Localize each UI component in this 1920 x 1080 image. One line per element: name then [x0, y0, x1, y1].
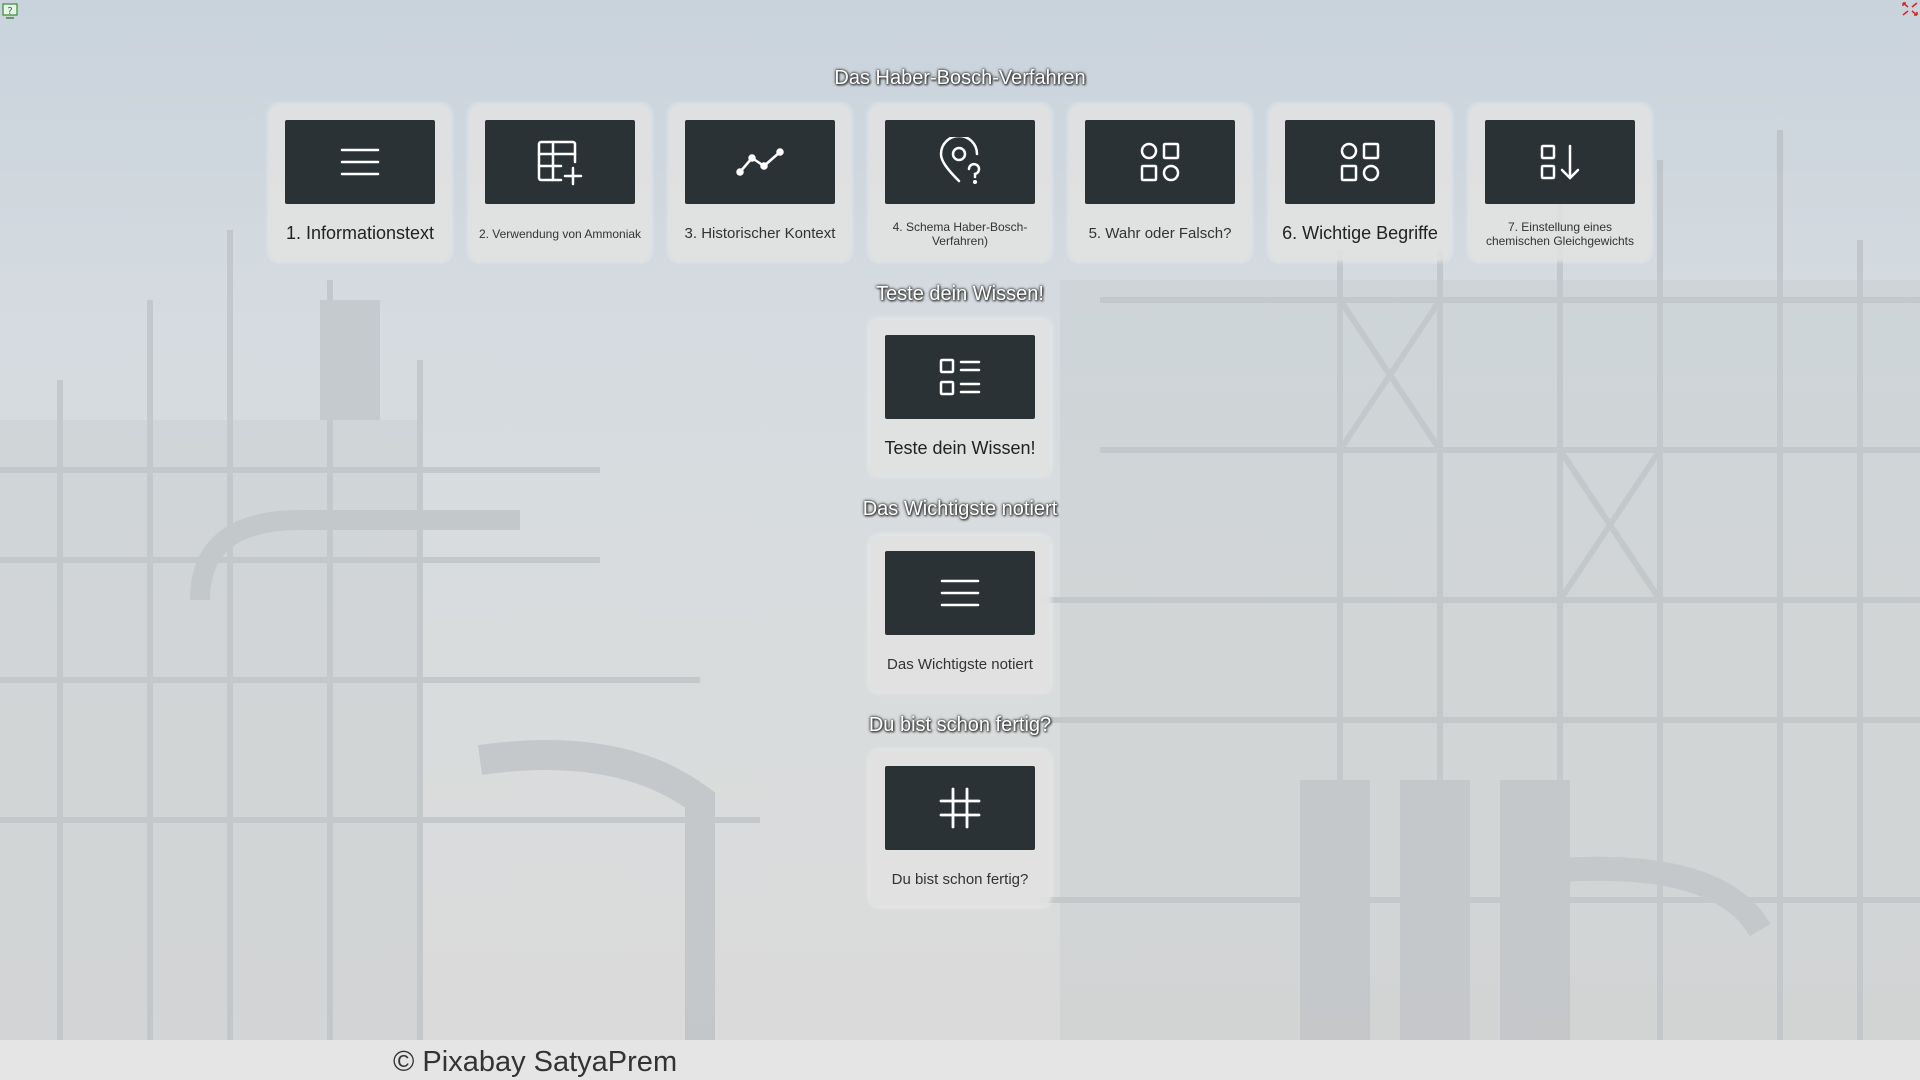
- text-lines-icon: [340, 148, 380, 176]
- module-label: 6. Wichtige Begriffe: [1282, 223, 1438, 244]
- icon-box: [685, 120, 835, 204]
- module-tile-historischer-kontext[interactable]: 3. Historischer Kontext: [670, 105, 850, 260]
- icon-box: [885, 335, 1035, 419]
- icon-box: [885, 120, 1035, 204]
- module-label: 4. Schema Haber-Bosch-Verfahren): [892, 219, 1028, 248]
- module-label: 3. Historischer Kontext: [684, 225, 836, 242]
- module-label: 5. Wahr oder Falsch?: [1088, 225, 1232, 242]
- section-title-finished: Du bist schon fertig?: [868, 714, 1052, 736]
- icon-box: [1485, 120, 1635, 204]
- map-pin-question-icon: [939, 137, 981, 185]
- icon-box: [285, 120, 435, 204]
- module-tile-schema[interactable]: 4. Schema Haber-Bosch-Verfahren): [870, 105, 1050, 260]
- section-title-summary: Das Wichtigste notiert: [862, 498, 1058, 520]
- module-tile-informationstext[interactable]: 1. Informationstext: [270, 105, 450, 260]
- module-label: 1. Informationstext: [285, 223, 435, 244]
- fullscreen-icon[interactable]: [1902, 2, 1918, 16]
- quiz-row: Teste dein Wissen!: [0, 320, 1920, 475]
- icon-box: [885, 766, 1035, 850]
- module-row: 1. Informationstext 2. Verwendung von Am…: [0, 105, 1920, 260]
- icon-box: [1085, 120, 1235, 204]
- table-add-icon: [537, 140, 583, 186]
- quiz-tile-label: Teste dein Wissen!: [884, 438, 1036, 459]
- module-tile-verwendung-ammoniak[interactable]: 2. Verwendung von Ammoniak: [470, 105, 650, 260]
- grid-shapes-icon: [1140, 142, 1180, 182]
- section-title-quiz: Teste dein Wissen!: [876, 283, 1044, 305]
- module-tile-gleichgewicht[interactable]: 7. Einstellung eines chemischen Gleichge…: [1470, 105, 1650, 260]
- svg-text:?: ?: [7, 6, 12, 17]
- module-tile-wahr-oder-falsch[interactable]: 5. Wahr oder Falsch?: [1070, 105, 1250, 260]
- image-credit: © Pixabay SatyaPrem: [393, 1046, 678, 1078]
- page: ? Das Haber-Bosch-Verfahren 1. Informati…: [0, 0, 1920, 1080]
- icon-box: [485, 120, 635, 204]
- summary-row: Das Wichtigste notiert: [0, 536, 1920, 691]
- finished-tile-label: Du bist schon fertig?: [891, 871, 1029, 888]
- finished-tile[interactable]: Du bist schon fertig?: [870, 751, 1050, 906]
- icon-box: [1285, 120, 1435, 204]
- sort-down-icon: [1540, 144, 1580, 180]
- help-icon[interactable]: ?: [2, 2, 20, 20]
- checklist-icon: [939, 358, 981, 396]
- footer: © Pixabay SatyaPrem: [0, 1040, 1920, 1080]
- icon-box: [885, 551, 1035, 635]
- module-label: 2. Verwendung von Ammoniak: [478, 226, 642, 241]
- text-lines-icon: [940, 579, 980, 607]
- section-title-haber-bosch: Das Haber-Bosch-Verfahren: [834, 67, 1086, 89]
- grid-shapes-icon: [1340, 142, 1380, 182]
- quiz-tile[interactable]: Teste dein Wissen!: [870, 320, 1050, 475]
- timeline-icon: [736, 148, 784, 176]
- module-label: 7. Einstellung eines chemischen Gleichge…: [1485, 219, 1635, 248]
- hashtag-icon: [939, 787, 981, 829]
- finished-row: Du bist schon fertig?: [0, 751, 1920, 906]
- module-tile-wichtige-begriffe[interactable]: 6. Wichtige Begriffe: [1270, 105, 1450, 260]
- summary-tile-label: Das Wichtigste notiert: [887, 656, 1033, 673]
- summary-tile[interactable]: Das Wichtigste notiert: [870, 536, 1050, 691]
